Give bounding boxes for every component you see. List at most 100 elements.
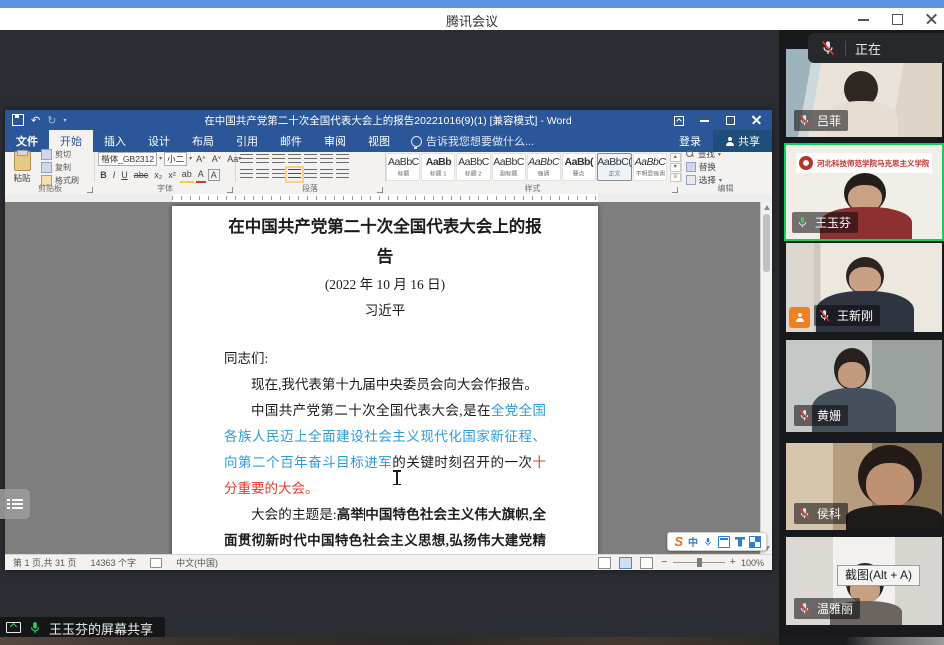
style-item-emphasis[interactable]: AaBbC强调 [527, 153, 561, 181]
dialog-launcher-icon[interactable] [227, 187, 233, 193]
vertical-scrollbar[interactable] [760, 202, 772, 554]
sogou-logo-icon[interactable]: S [674, 534, 683, 549]
shrink-font-button[interactable]: A˅ [210, 152, 224, 165]
style-item-strong[interactable]: AaBb(要点 [562, 153, 596, 181]
font-name-dropdown-icon[interactable]: ▾ [159, 155, 162, 162]
dialog-launcher-icon[interactable] [672, 187, 678, 193]
zoom-out-icon[interactable]: − [661, 558, 667, 567]
character-border-button[interactable]: A [208, 169, 220, 181]
maximize-icon[interactable] [892, 13, 904, 25]
sogou-ime-toolbar[interactable]: S 中 [667, 532, 767, 551]
borders-icon[interactable] [336, 169, 349, 180]
video-tile[interactable]: 黄姗 [786, 340, 942, 432]
window-top-accent [0, 0, 944, 8]
ime-voice-icon[interactable] [703, 537, 713, 547]
mic-muted-icon[interactable] [820, 40, 836, 56]
scroll-up-icon[interactable] [764, 205, 770, 210]
read-mode-icon[interactable] [598, 557, 611, 569]
minimize-icon[interactable] [858, 13, 870, 25]
qat-dropdown-icon[interactable]: ▾ [63, 117, 66, 124]
multilevel-list-icon[interactable] [272, 154, 285, 165]
document-page[interactable]: 在中国共产党第二十次全国代表大会上的报告(2022 年 10 月 16 日)习近… [172, 206, 598, 554]
justify-icon[interactable] [288, 169, 301, 180]
ime-skin-icon[interactable] [735, 537, 745, 547]
video-tile[interactable]: 侯科 [786, 443, 942, 530]
document-canvas[interactable]: 在中国共产党第二十次全国代表大会上的报告(2022 年 10 月 16 日)习近… [5, 202, 772, 554]
style-item-subtitle[interactable]: AaBbC副标题 [492, 153, 526, 181]
proofing-icon[interactable] [150, 558, 162, 568]
tab-mailings[interactable]: 邮件 [269, 130, 313, 152]
word-restore-icon[interactable] [726, 115, 736, 125]
underline-button[interactable]: U [119, 169, 130, 182]
tab-view[interactable]: 视图 [357, 130, 401, 152]
redo-icon[interactable]: ↻ [47, 114, 56, 127]
word-minimize-icon[interactable] [700, 115, 710, 125]
ime-toolbox-icon[interactable] [750, 537, 760, 547]
mic-status-toolbar[interactable]: 正在 [808, 33, 944, 63]
video-tile[interactable]: 王新刚 [786, 243, 942, 332]
find-button[interactable]: 查找▾ [686, 148, 722, 160]
ime-keyboard-icon[interactable] [718, 536, 730, 548]
font-size-dropdown-icon[interactable]: ▾ [189, 155, 192, 162]
style-item-normal[interactable]: AaBbC(正文 [597, 153, 632, 181]
align-center-icon[interactable] [256, 169, 269, 180]
bold-button[interactable]: B [98, 169, 109, 182]
style-item-heading1[interactable]: AaBb标题 1 [421, 153, 455, 181]
zoom-in-icon[interactable]: + [730, 558, 736, 567]
italic-button[interactable]: I [111, 169, 118, 182]
copy-button[interactable]: 复制 [41, 162, 79, 173]
save-icon[interactable] [12, 114, 24, 126]
zoom-slider-thumb[interactable] [697, 558, 702, 567]
undo-icon[interactable]: ↶ [31, 114, 40, 127]
web-layout-icon[interactable] [640, 557, 653, 569]
zoom-slider[interactable] [673, 562, 725, 564]
style-item-title[interactable]: AaBbC标题 [386, 153, 420, 181]
page-indicator[interactable]: 第 1 页,共 31 页 [13, 556, 77, 569]
scrollbar-thumb[interactable] [763, 214, 770, 272]
strikethrough-button[interactable]: abc [132, 169, 151, 182]
meeting-titlebar[interactable]: 腾讯会议 [0, 8, 944, 30]
meeting-panel-toggle-button[interactable] [0, 489, 30, 519]
styles-up-icon[interactable]: ▴ [670, 153, 681, 162]
styles-down-icon[interactable]: ▾ [670, 163, 681, 172]
print-layout-icon[interactable] [619, 557, 632, 569]
ime-chinese-mode-icon[interactable]: 中 [688, 534, 698, 549]
tab-review[interactable]: 审阅 [313, 130, 357, 152]
replace-button[interactable]: 替换 [686, 161, 722, 173]
font-color-button[interactable]: A [196, 168, 206, 183]
align-right-icon[interactable] [272, 169, 285, 180]
ribbon-display-options-icon[interactable] [674, 115, 684, 125]
paste-button[interactable]: 粘贴 [5, 151, 39, 184]
font-name-combobox[interactable]: 楷体_GB2312 [98, 152, 157, 166]
increase-indent-icon[interactable] [304, 154, 317, 165]
line-spacing-icon[interactable] [304, 169, 317, 180]
word-close-icon[interactable] [752, 115, 762, 125]
word-count[interactable]: 14363 个字 [91, 556, 137, 569]
horizontal-ruler[interactable] [5, 194, 772, 202]
dialog-launcher-icon[interactable] [377, 187, 383, 193]
video-tile-speaking[interactable]: 河北科技师范学院马克思主义学院 王玉芬 [784, 143, 944, 241]
align-left-icon[interactable] [240, 169, 253, 180]
text-highlight-button[interactable]: ab [180, 168, 194, 183]
screen-share-banner[interactable]: 王玉芬的屏幕共享 [0, 617, 165, 639]
style-item-heading2[interactable]: AaBbC标题 2 [456, 153, 490, 181]
decrease-indent-icon[interactable] [288, 154, 301, 165]
font-size-combobox[interactable]: 小二 [164, 152, 187, 166]
document-text[interactable]: 在中国共产党第二十次全国代表大会上的报告(2022 年 10 月 16 日)习近… [224, 212, 546, 554]
superscript-button[interactable]: x² [166, 169, 178, 182]
subscript-button[interactable]: x₂ [152, 169, 164, 182]
close-icon[interactable] [926, 13, 938, 25]
style-item-subtle-emphasis[interactable]: AaBbC不明显强调 [633, 153, 668, 181]
grow-font-button[interactable]: A˄ [194, 152, 208, 165]
show-marks-icon[interactable] [336, 154, 349, 165]
zoom-percentage[interactable]: 100% [741, 558, 764, 568]
dialog-launcher-icon[interactable] [87, 187, 93, 193]
tell-me-box[interactable]: 告诉我您想要做什么... [401, 130, 544, 152]
cut-button[interactable]: 剪切 [41, 149, 79, 160]
shading-icon[interactable] [320, 169, 333, 180]
bullets-icon[interactable] [240, 154, 253, 165]
sort-icon[interactable] [320, 154, 333, 165]
styles-more-icon[interactable]: ≡ [670, 173, 681, 182]
numbering-icon[interactable] [256, 154, 269, 165]
language-indicator[interactable]: 中文(中国) [176, 556, 218, 569]
